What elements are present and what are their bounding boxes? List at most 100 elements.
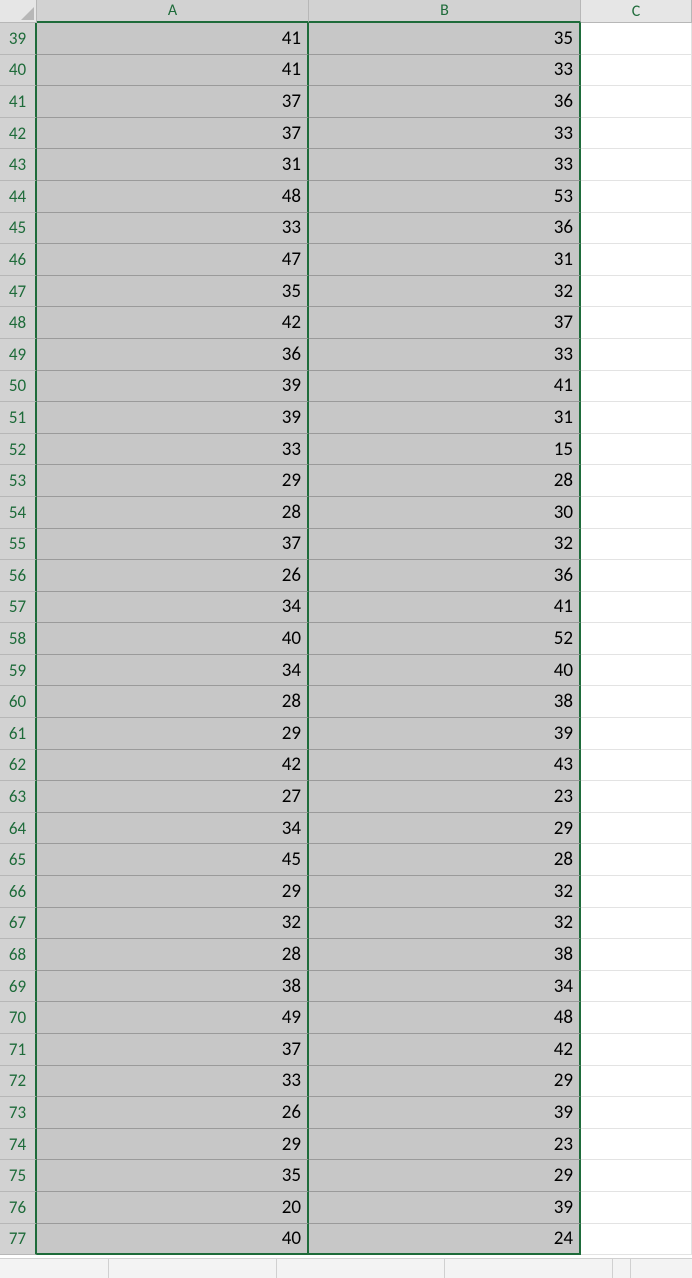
cell[interactable]: 37	[309, 307, 581, 339]
cell[interactable]	[581, 307, 692, 339]
row-header[interactable]: 48	[0, 307, 37, 339]
cell[interactable]: 29	[37, 1129, 309, 1161]
cell[interactable]: 40	[37, 1224, 309, 1256]
row-header[interactable]: 43	[0, 149, 37, 181]
cell[interactable]: 24	[309, 1224, 581, 1256]
cell[interactable]: 52	[309, 623, 581, 655]
cell[interactable]	[581, 465, 692, 497]
cell[interactable]	[581, 118, 692, 150]
row-header[interactable]: 57	[0, 592, 37, 624]
cell[interactable]: 30	[309, 497, 581, 529]
row-header[interactable]: 61	[0, 718, 37, 750]
cell[interactable]: 28	[309, 844, 581, 876]
cell[interactable]	[581, 1129, 692, 1161]
cell[interactable]	[581, 434, 692, 466]
cell[interactable]	[581, 339, 692, 371]
column-header-A[interactable]: A	[37, 0, 309, 23]
cell[interactable]: 47	[37, 244, 309, 276]
cell[interactable]: 38	[37, 971, 309, 1003]
cell[interactable]: 33	[37, 434, 309, 466]
cell[interactable]: 39	[309, 1097, 581, 1129]
cell[interactable]: 28	[37, 497, 309, 529]
cell[interactable]: 37	[37, 1034, 309, 1066]
cell[interactable]	[581, 23, 692, 55]
cell[interactable]: 40	[309, 655, 581, 687]
cell[interactable]	[581, 876, 692, 908]
cell[interactable]	[581, 781, 692, 813]
cell[interactable]	[581, 623, 692, 655]
row-header[interactable]: 50	[0, 371, 37, 403]
cell[interactable]: 41	[37, 55, 309, 87]
cell[interactable]: 26	[37, 560, 309, 592]
row-header[interactable]: 65	[0, 844, 37, 876]
cell[interactable]: 33	[37, 213, 309, 245]
cell[interactable]: 35	[309, 23, 581, 55]
cell[interactable]: 31	[309, 402, 581, 434]
row-header[interactable]: 68	[0, 939, 37, 971]
cell[interactable]: 48	[37, 181, 309, 213]
cell[interactable]: 15	[309, 434, 581, 466]
cell[interactable]	[581, 1160, 692, 1192]
cell[interactable]: 42	[309, 1034, 581, 1066]
cell[interactable]	[581, 1192, 692, 1224]
cell[interactable]: 28	[309, 465, 581, 497]
cell[interactable]	[581, 560, 692, 592]
cell[interactable]: 27	[37, 781, 309, 813]
cell[interactable]: 23	[309, 1129, 581, 1161]
cell[interactable]	[581, 971, 692, 1003]
row-header[interactable]: 49	[0, 339, 37, 371]
sheet-tab-placeholder[interactable]	[445, 1259, 613, 1278]
column-header-C[interactable]: C	[581, 0, 692, 23]
sheet-tab-strip[interactable]	[0, 1258, 692, 1278]
row-header[interactable]: 67	[0, 908, 37, 940]
row-header[interactable]: 47	[0, 276, 37, 308]
row-header[interactable]: 39	[0, 23, 37, 55]
cell[interactable]: 37	[37, 86, 309, 118]
row-header[interactable]: 41	[0, 86, 37, 118]
cell[interactable]: 32	[309, 529, 581, 561]
cell[interactable]	[581, 813, 692, 845]
row-header[interactable]: 69	[0, 971, 37, 1003]
cell[interactable]: 36	[37, 339, 309, 371]
row-header[interactable]: 54	[0, 497, 37, 529]
row-header[interactable]: 45	[0, 213, 37, 245]
cell[interactable]	[581, 750, 692, 782]
cell[interactable]: 29	[309, 1066, 581, 1098]
grid-body[interactable]: 3941354041334137364237334331334448534533…	[0, 23, 692, 1255]
cell[interactable]: 29	[309, 1160, 581, 1192]
cell[interactable]: 49	[37, 1002, 309, 1034]
cell[interactable]: 39	[37, 402, 309, 434]
cell[interactable]: 32	[309, 876, 581, 908]
row-header[interactable]: 73	[0, 1097, 37, 1129]
sheet-tab-placeholder[interactable]	[277, 1259, 445, 1278]
cell[interactable]	[581, 497, 692, 529]
cell[interactable]: 36	[309, 560, 581, 592]
cell[interactable]: 34	[37, 813, 309, 845]
horizontal-scroll-region[interactable]	[630, 1259, 692, 1278]
sheet-tab-placeholder[interactable]	[109, 1259, 277, 1278]
cell[interactable]: 36	[309, 86, 581, 118]
row-header[interactable]: 53	[0, 465, 37, 497]
cell[interactable]: 28	[37, 686, 309, 718]
row-header[interactable]: 44	[0, 181, 37, 213]
cell[interactable]: 28	[37, 939, 309, 971]
cell[interactable]: 48	[309, 1002, 581, 1034]
cell[interactable]	[581, 1224, 692, 1256]
cell[interactable]: 41	[309, 371, 581, 403]
cell[interactable]	[581, 402, 692, 434]
row-header[interactable]: 76	[0, 1192, 37, 1224]
cell[interactable]: 53	[309, 181, 581, 213]
cell[interactable]: 31	[309, 244, 581, 276]
row-header[interactable]: 77	[0, 1224, 37, 1256]
cell[interactable]	[581, 149, 692, 181]
cell[interactable]: 34	[37, 655, 309, 687]
row-header[interactable]: 72	[0, 1066, 37, 1098]
cell[interactable]: 26	[37, 1097, 309, 1129]
row-header[interactable]: 46	[0, 244, 37, 276]
row-header[interactable]: 70	[0, 1002, 37, 1034]
cell[interactable]: 29	[37, 876, 309, 908]
cell[interactable]	[581, 844, 692, 876]
cell[interactable]: 29	[37, 718, 309, 750]
cell[interactable]	[581, 655, 692, 687]
row-header[interactable]: 40	[0, 55, 37, 87]
